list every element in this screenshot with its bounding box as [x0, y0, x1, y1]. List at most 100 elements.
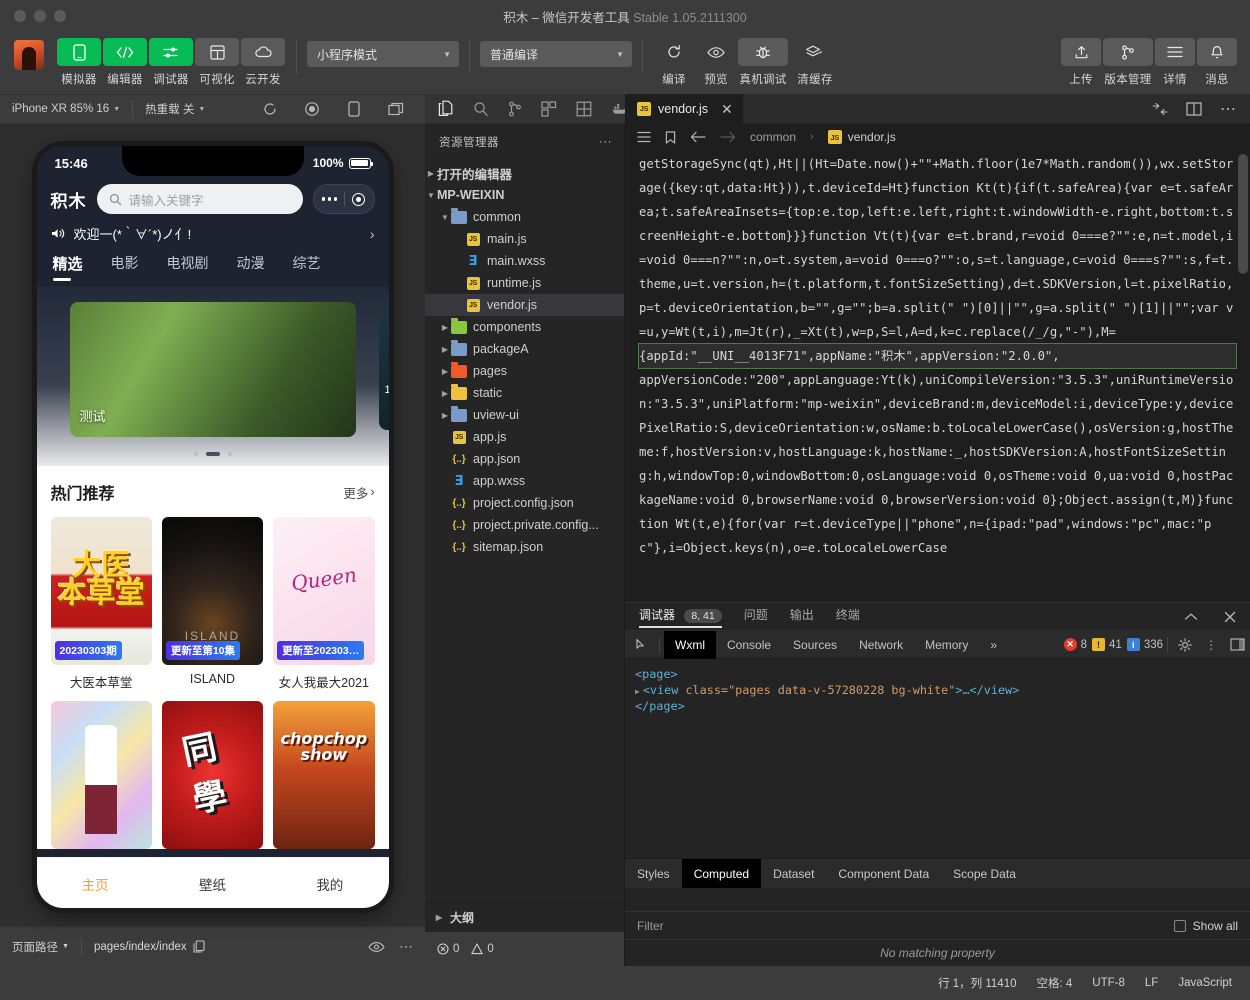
- outline-list-icon[interactable]: [637, 131, 651, 143]
- devtools-tab-sources[interactable]: Sources: [782, 631, 848, 659]
- hot-reload-select[interactable]: 热重载 关 ▼: [145, 101, 205, 117]
- minimize-window-button[interactable]: [34, 10, 46, 22]
- page-path-select[interactable]: 页面路径 ▼: [12, 939, 69, 955]
- category-tab-anime[interactable]: 动漫: [237, 253, 265, 282]
- real-device-debug-button[interactable]: 真机调试: [737, 38, 789, 87]
- tree-section-project[interactable]: ▼ MP-WEIXIN: [425, 184, 624, 206]
- files-icon[interactable]: [438, 100, 454, 117]
- tree-file-app-json[interactable]: {..} app.json: [425, 448, 624, 470]
- search-input[interactable]: 请输入关键字: [96, 184, 303, 214]
- tree-file-main-js[interactable]: JS main.js: [425, 228, 624, 250]
- tree-file-vendor-js[interactable]: JS vendor.js: [425, 294, 624, 316]
- kebab-icon[interactable]: ⋮: [1198, 638, 1224, 652]
- panel-tab-debugger[interactable]: 调试器 8, 41: [639, 606, 722, 628]
- copy-icon[interactable]: [193, 940, 205, 953]
- category-tab-featured[interactable]: 精选: [52, 253, 83, 282]
- split-editor-icon[interactable]: [1152, 102, 1168, 116]
- inspect-icon[interactable]: [629, 638, 655, 652]
- tree-file-project-config[interactable]: {..} project.config.json: [425, 492, 624, 514]
- tab-home[interactable]: 主页: [37, 874, 154, 894]
- upload-button[interactable]: 上传: [1060, 38, 1102, 87]
- more-icon[interactable]: ⋯: [1220, 99, 1236, 119]
- panel-tab-terminal[interactable]: 终端: [836, 606, 860, 628]
- panel-tab-problems[interactable]: 问题: [744, 606, 768, 628]
- tree-file-main-wxss[interactable]: Ǝ main.wxss: [425, 250, 624, 272]
- search-icon[interactable]: [473, 100, 489, 117]
- outline-section[interactable]: ▶ 大纲: [425, 902, 624, 932]
- card-item[interactable]: [50, 701, 152, 849]
- clear-cache-button[interactable]: 清缓存: [789, 38, 841, 87]
- more-dots-icon[interactable]: [321, 197, 338, 201]
- device-select[interactable]: iPhone XR 85% 16 ▼: [12, 103, 120, 115]
- tree-file-app-js[interactable]: JS app.js: [425, 426, 624, 448]
- warning-count[interactable]: 0: [471, 943, 494, 955]
- compile-select[interactable]: 普通编译 ▼: [480, 41, 632, 67]
- card-item[interactable]: [273, 701, 375, 849]
- section-more-link[interactable]: 更多 ›: [343, 483, 374, 502]
- encoding[interactable]: UTF-8: [1092, 977, 1125, 989]
- forward-arrow-icon[interactable]: [720, 131, 736, 143]
- tree-folder-pages[interactable]: ▶ pages: [425, 360, 624, 382]
- preview-button[interactable]: 预览: [695, 38, 737, 87]
- details-button[interactable]: 详情: [1154, 38, 1196, 87]
- cursor-position[interactable]: 行 1，列 11410: [938, 975, 1016, 991]
- indentation[interactable]: 空格: 4: [1037, 975, 1073, 991]
- more-icon[interactable]: ···: [599, 136, 612, 148]
- devtools-tab-memory[interactable]: Memory: [914, 631, 979, 659]
- close-icon[interactable]: ✕: [721, 102, 733, 116]
- badge-warnings[interactable]: ! 41: [1092, 638, 1122, 651]
- card-item[interactable]: 20230303期 大医 本草堂: [50, 517, 152, 691]
- close-icon[interactable]: [1224, 611, 1236, 623]
- bookmark-icon[interactable]: [665, 130, 676, 144]
- devtools-tab-network[interactable]: Network: [848, 631, 914, 659]
- tab-wallpaper[interactable]: 壁纸: [154, 874, 271, 894]
- avatar[interactable]: [14, 40, 44, 70]
- devtools-tab-wxml[interactable]: Wxml: [664, 630, 716, 659]
- tree-section-open-editors[interactable]: ▶ 打开的编辑器: [425, 162, 624, 184]
- toolbar-button-debugger[interactable]: 调试器: [148, 38, 194, 87]
- layout-icon[interactable]: [576, 100, 592, 117]
- card-item[interactable]: 更新至202303… 女人我最大2021: [273, 517, 375, 691]
- back-arrow-icon[interactable]: [690, 131, 706, 143]
- source-control-icon[interactable]: [508, 100, 522, 117]
- notice-bar[interactable]: 欢迎一(*｀∀´*)ノ亻! ›: [37, 214, 389, 243]
- more-icon[interactable]: ⋯: [399, 938, 413, 955]
- chevron-up-icon[interactable]: [1184, 612, 1198, 622]
- toolbar-button-visual[interactable]: 可视化: [194, 38, 240, 87]
- window-controls[interactable]: [0, 10, 66, 22]
- category-tab-movie[interactable]: 电影: [111, 253, 139, 282]
- tree-folder-static[interactable]: ▶ static: [425, 382, 624, 404]
- compile-button[interactable]: 编译: [653, 38, 695, 87]
- extensions-icon[interactable]: [541, 100, 557, 117]
- carousel-slide-active[interactable]: 测试: [69, 302, 356, 437]
- messages-button[interactable]: 消息: [1196, 38, 1238, 87]
- tree-folder-components[interactable]: ▶ components: [425, 316, 624, 338]
- card-item[interactable]: [161, 701, 264, 849]
- toolbar-button-cloud[interactable]: 云开发: [240, 38, 286, 87]
- toolbar-button-simulator[interactable]: 模拟器: [56, 38, 102, 87]
- editor-tab-vendor-js[interactable]: JS vendor.js ✕: [625, 94, 743, 123]
- carousel-dot-active[interactable]: [205, 452, 220, 456]
- show-all-toggle[interactable]: Show all: [1173, 919, 1238, 933]
- styles-tab-computed[interactable]: Computed: [681, 858, 762, 889]
- carousel[interactable]: 测试 1 1: [36, 286, 389, 466]
- tree-file-project-private-config[interactable]: {..} project.private.config...: [425, 514, 624, 536]
- code-editor[interactable]: getStorageSync(qt),Ht||(Ht=Date.now()+""…: [625, 150, 1250, 602]
- chevron-right-icon[interactable]: ›: [370, 226, 375, 242]
- version-control-button[interactable]: 版本管理: [1102, 38, 1154, 87]
- tree-file-app-wxss[interactable]: Ǝ app.wxss: [425, 470, 624, 492]
- error-count[interactable]: 0: [437, 943, 459, 955]
- window-icon[interactable]: [387, 100, 405, 118]
- tree-file-sitemap-json[interactable]: {..} sitemap.json: [425, 536, 624, 558]
- wxml-tree[interactable]: <page> ▶ <view class="pages data-v-572802…: [625, 659, 1250, 858]
- panel-tab-output[interactable]: 输出: [790, 606, 814, 628]
- line-ending[interactable]: LF: [1145, 977, 1158, 989]
- carousel-dot[interactable]: [227, 452, 232, 456]
- tab-mine[interactable]: 我的: [271, 874, 388, 894]
- capsule-button[interactable]: [312, 184, 375, 214]
- category-tab-tv[interactable]: 电视剧: [167, 253, 209, 282]
- toolbar-button-editor[interactable]: 编辑器: [102, 38, 148, 87]
- breadcrumb-file[interactable]: JS vendor.js: [827, 130, 896, 144]
- editor-scrollbar[interactable]: [1238, 154, 1248, 274]
- styles-tab-dataset[interactable]: Dataset: [761, 859, 826, 889]
